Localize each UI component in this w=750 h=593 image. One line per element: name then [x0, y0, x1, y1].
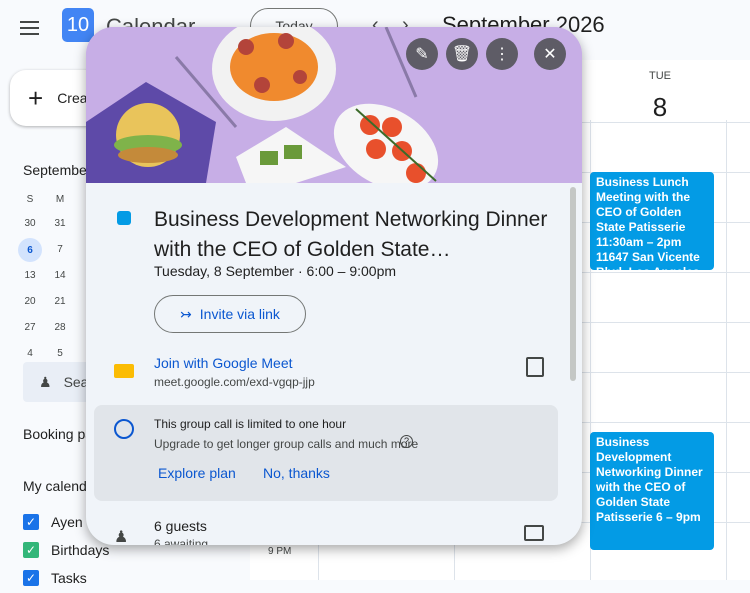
- no-thanks-button[interactable]: No, thanks: [263, 465, 330, 481]
- weekday-header: M: [55, 194, 65, 205]
- badge-icon: [114, 419, 134, 439]
- mini-day[interactable]: 31: [50, 218, 70, 229]
- delete-event-button[interactable]: 🗑: [446, 38, 478, 70]
- calendar-item-ayen[interactable]: ✓ Ayen: [23, 514, 83, 530]
- selected-day: 6: [18, 238, 42, 262]
- day-of-month[interactable]: 8: [620, 92, 700, 123]
- calendar-label: Tasks: [51, 570, 87, 586]
- explore-plan-button[interactable]: Explore plan: [158, 465, 236, 481]
- guests-count: 6 guests: [154, 518, 207, 534]
- separator-dot: ·: [297, 263, 307, 279]
- weekday-header: S: [26, 194, 34, 205]
- close-popup-button[interactable]: ✕: [534, 38, 566, 70]
- notice-body: Upgrade to get longer group calls and mu…: [154, 437, 419, 451]
- copy-icon[interactable]: [526, 357, 544, 377]
- mini-day[interactable]: 27: [20, 322, 40, 333]
- calendar-item-tasks[interactable]: ✓ Tasks: [23, 570, 87, 586]
- checkbox-icon: ✓: [23, 542, 39, 558]
- event-title: Business Development Networking Dinner w…: [154, 208, 548, 261]
- mini-day[interactable]: 5: [50, 348, 70, 359]
- mini-day[interactable]: 14: [50, 270, 70, 281]
- email-guests-icon[interactable]: [524, 525, 544, 541]
- calendar-label: Birthdays: [51, 542, 110, 558]
- time-label: 9 PM: [268, 546, 292, 557]
- edit-event-button[interactable]: ✎: [406, 38, 438, 70]
- guests-icon: ♟: [114, 529, 129, 545]
- event-date: Tuesday, 8 September: [154, 263, 295, 279]
- mini-day-selected[interactable]: 6: [18, 238, 42, 262]
- invite-via-link-button[interactable]: ↣ Invite via link: [154, 295, 306, 333]
- mini-day[interactable]: 21: [50, 296, 70, 307]
- meet-url: meet.google.com/exd-vgqp-jjp: [154, 375, 315, 389]
- checkbox-icon: ✓: [23, 570, 39, 586]
- calendar-label: Ayen: [51, 514, 83, 530]
- trash-icon: 🗑: [451, 46, 473, 63]
- day-of-week: TUE: [649, 70, 671, 82]
- checkbox-icon: ✓: [23, 514, 39, 530]
- notice-title: This group call is limited to one hour: [154, 417, 347, 431]
- guests-awaiting: 6 awaiting: [154, 537, 209, 545]
- share-icon: ↣: [180, 305, 192, 322]
- more-options-button[interactable]: ⋮: [486, 38, 518, 70]
- google-meet-icon: [114, 364, 134, 378]
- popup-scrollbar[interactable]: [570, 187, 576, 381]
- call-limit-notice: This group call is limited to one hour U…: [94, 405, 558, 501]
- more-vert-icon: ⋮: [494, 46, 510, 63]
- join-meet-link[interactable]: Join with Google Meet: [154, 355, 293, 371]
- calendar-item-birthdays[interactable]: ✓ Birthdays: [23, 542, 109, 558]
- mini-day[interactable]: 4: [20, 348, 40, 359]
- mini-day[interactable]: 20: [20, 296, 40, 307]
- people-icon: ♟: [39, 373, 52, 390]
- mini-day[interactable]: 7: [50, 244, 70, 255]
- plus-icon: +: [28, 82, 44, 113]
- event-color-indicator: [117, 211, 131, 225]
- pencil-icon: ✎: [415, 46, 429, 63]
- grid-divider: [726, 120, 727, 580]
- event-business-lunch[interactable]: Business Lunch Meeting with the CEO of G…: [590, 172, 714, 270]
- mini-day[interactable]: 13: [20, 270, 40, 281]
- event-networking-dinner[interactable]: Business Development Networking Dinner w…: [590, 432, 714, 550]
- invite-label: Invite via link: [199, 306, 280, 322]
- mini-day[interactable]: 28: [50, 322, 70, 333]
- main-menu-button[interactable]: [14, 14, 46, 42]
- mini-day[interactable]: 30: [20, 218, 40, 229]
- close-icon: ✕: [543, 46, 557, 63]
- event-datetime: Tuesday, 8 September · 6:00 – 9:00pm: [154, 263, 396, 279]
- help-icon[interactable]: ?: [400, 435, 413, 448]
- event-time: 6:00 – 9:00pm: [306, 263, 397, 279]
- event-details-popup: ✎ 🗑 ⋮ ✕ Business Development Networking …: [86, 27, 582, 545]
